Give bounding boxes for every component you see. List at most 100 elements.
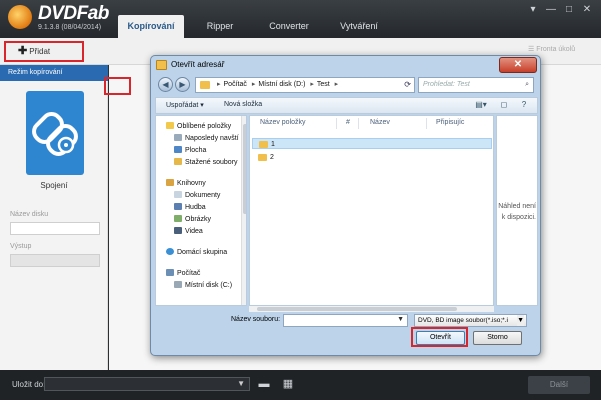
column-header-title[interactable]: Název	[370, 119, 390, 126]
tab-creator[interactable]: Vytváření	[326, 15, 392, 38]
dvdfab-logo-icon	[8, 5, 32, 29]
nav-homegroup[interactable]: Domácí skupina	[166, 248, 227, 256]
preview-pane-icon[interactable]: ◻	[498, 100, 510, 111]
app-header: DVDFab 9.1.3.8 (08/04/2014) Kopírování R…	[0, 0, 601, 38]
scroll-thumb[interactable]	[257, 307, 457, 311]
menu-dropdown-icon[interactable]: ▾	[526, 4, 540, 15]
filename-input[interactable]: ▼	[283, 314, 408, 327]
music-icon	[174, 203, 182, 210]
column-header-name[interactable]: Název položky	[260, 119, 306, 126]
refresh-icon[interactable]: ⟳	[404, 78, 411, 92]
nav-disk-c[interactable]: Místní disk (C:)	[174, 281, 232, 289]
chevron-down-icon: ▼	[517, 315, 524, 326]
browse-folder-icon[interactable]: ▬	[256, 376, 272, 392]
merge-mode-tile[interactable]	[26, 91, 84, 175]
copy-mode-header: Režim kopírování	[0, 65, 108, 81]
close-icon[interactable]: ✕	[580, 4, 594, 15]
file-name: 2	[270, 154, 274, 161]
output-select[interactable]	[10, 254, 100, 267]
filetype-select[interactable]: DVD, BD image soubor(*.iso;*.i ▼	[414, 314, 527, 327]
save-to-label: Uložit do:	[12, 380, 46, 389]
drive-icon	[174, 281, 182, 288]
address-bar[interactable]: ▸ Počítač ▸ Místní disk (D:) ▸ Test ▸ ⟳	[195, 77, 415, 93]
save-path-select[interactable]: ▼	[44, 377, 250, 391]
command-bar: Uspořádat ▾ Nová složka ▤▾ ◻ ?	[155, 97, 538, 114]
folder-icon	[200, 81, 210, 89]
back-icon[interactable]: ◀	[158, 77, 173, 92]
nav-videos[interactable]: Videa	[174, 227, 203, 235]
star-icon	[166, 122, 174, 129]
link-icon	[32, 112, 78, 156]
nav-scrollbar[interactable]	[241, 116, 246, 305]
computer-icon	[166, 269, 174, 276]
nav-music[interactable]: Hudba	[174, 203, 206, 211]
filename-label: Název souboru:	[231, 316, 281, 323]
maximize-icon[interactable]: □	[562, 4, 576, 15]
app-name: DVDFab	[38, 3, 109, 24]
file-row[interactable]: 2	[252, 152, 492, 163]
mode-tile-label: Spojení	[40, 181, 68, 190]
scroll-thumb[interactable]	[243, 124, 246, 214]
left-panel: Spojení Název disku Výstup	[0, 81, 108, 370]
nav-computer[interactable]: Počítač	[166, 269, 200, 277]
folder-icon	[258, 154, 267, 161]
file-name: 1	[271, 141, 275, 148]
nav-desktop[interactable]: Plocha	[174, 146, 206, 154]
app-version: 9.1.3.8 (08/04/2014)	[38, 24, 102, 31]
pictures-icon	[174, 215, 182, 222]
search-placeholder: Prohledat: Test	[423, 81, 470, 88]
view-options-icon[interactable]: ▤▾	[475, 100, 487, 111]
nav-favorites[interactable]: Oblíbené položky	[166, 122, 231, 130]
forward-icon[interactable]: ▶	[175, 77, 190, 92]
file-list-hscrollbar[interactable]	[249, 306, 494, 312]
chevron-down-icon: ▼	[397, 316, 404, 323]
dialog-close-button[interactable]: ✕	[499, 57, 537, 73]
disc-name-field[interactable]	[10, 222, 100, 235]
downloads-icon	[174, 158, 182, 165]
start-button[interactable]: Další	[528, 376, 590, 394]
highlight-folder-1	[104, 77, 131, 95]
tab-converter[interactable]: Converter	[256, 15, 322, 38]
tab-copy[interactable]: Kopírování	[118, 15, 184, 38]
new-folder-button[interactable]: Nová složka	[224, 101, 262, 108]
nav-recent[interactable]: Naposledy navští	[174, 134, 239, 142]
nav-pictures[interactable]: Obrázky	[174, 215, 211, 223]
iso-folder-icon[interactable]: ▦	[280, 376, 296, 392]
navigation-pane: Oblíbené položky Naposledy navští Plocha…	[155, 115, 247, 306]
nav-libraries[interactable]: Knihovny	[166, 179, 206, 187]
filetype-value: DVD, BD image soubor(*.iso;*.i	[418, 317, 508, 324]
breadcrumb-disk-d[interactable]: Místní disk (D:)	[258, 81, 305, 88]
add-button[interactable]: ✚ Přidat	[4, 41, 84, 62]
breadcrumb-computer[interactable]: Počítač	[224, 81, 247, 88]
column-header-number[interactable]: #	[346, 119, 350, 126]
search-input[interactable]: Prohledat: Test ⌕	[418, 77, 534, 93]
bottom-bar: Uložit do: ▼ ▬ ▦ Další	[0, 370, 601, 400]
help-icon[interactable]: ?	[518, 100, 530, 111]
output-label: Výstup	[10, 243, 32, 250]
folder-icon	[156, 60, 167, 70]
documents-icon	[174, 191, 182, 198]
breadcrumb-test[interactable]: Test	[317, 81, 330, 88]
highlight-open-button	[411, 327, 468, 347]
cancel-button[interactable]: Storno	[473, 331, 522, 345]
homegroup-icon	[166, 248, 174, 255]
queue-label: Fronta úkolů	[536, 46, 576, 53]
nav-downloads[interactable]: Stažené soubory	[174, 158, 238, 166]
dialog-title: Otevřít adresář	[171, 60, 225, 69]
disc-name-label: Název disku	[10, 211, 49, 218]
desktop-icon	[174, 146, 182, 153]
minimize-icon[interactable]: —	[544, 4, 558, 15]
tab-ripper[interactable]: Ripper	[190, 15, 250, 38]
videos-icon	[174, 227, 182, 234]
file-row[interactable]: 1	[252, 138, 492, 149]
library-icon	[166, 179, 174, 186]
search-icon: ⌕	[525, 81, 529, 88]
nav-documents[interactable]: Dokumenty	[174, 191, 220, 199]
add-button-label: Přidat	[29, 47, 51, 56]
recent-places-icon	[174, 134, 182, 141]
open-folder-dialog: Otevřít adresář ✕ ◀ ▶ ▸ Počítač ▸ Místní d…	[150, 55, 541, 356]
file-list: Název položky # Název Připisujíc 1 2	[249, 115, 494, 306]
organize-button[interactable]: Uspořádat ▾	[166, 101, 204, 109]
column-header-contributing[interactable]: Připisujíc	[436, 119, 464, 126]
task-queue-button[interactable]: ☰ Fronta úkolů	[528, 45, 575, 53]
